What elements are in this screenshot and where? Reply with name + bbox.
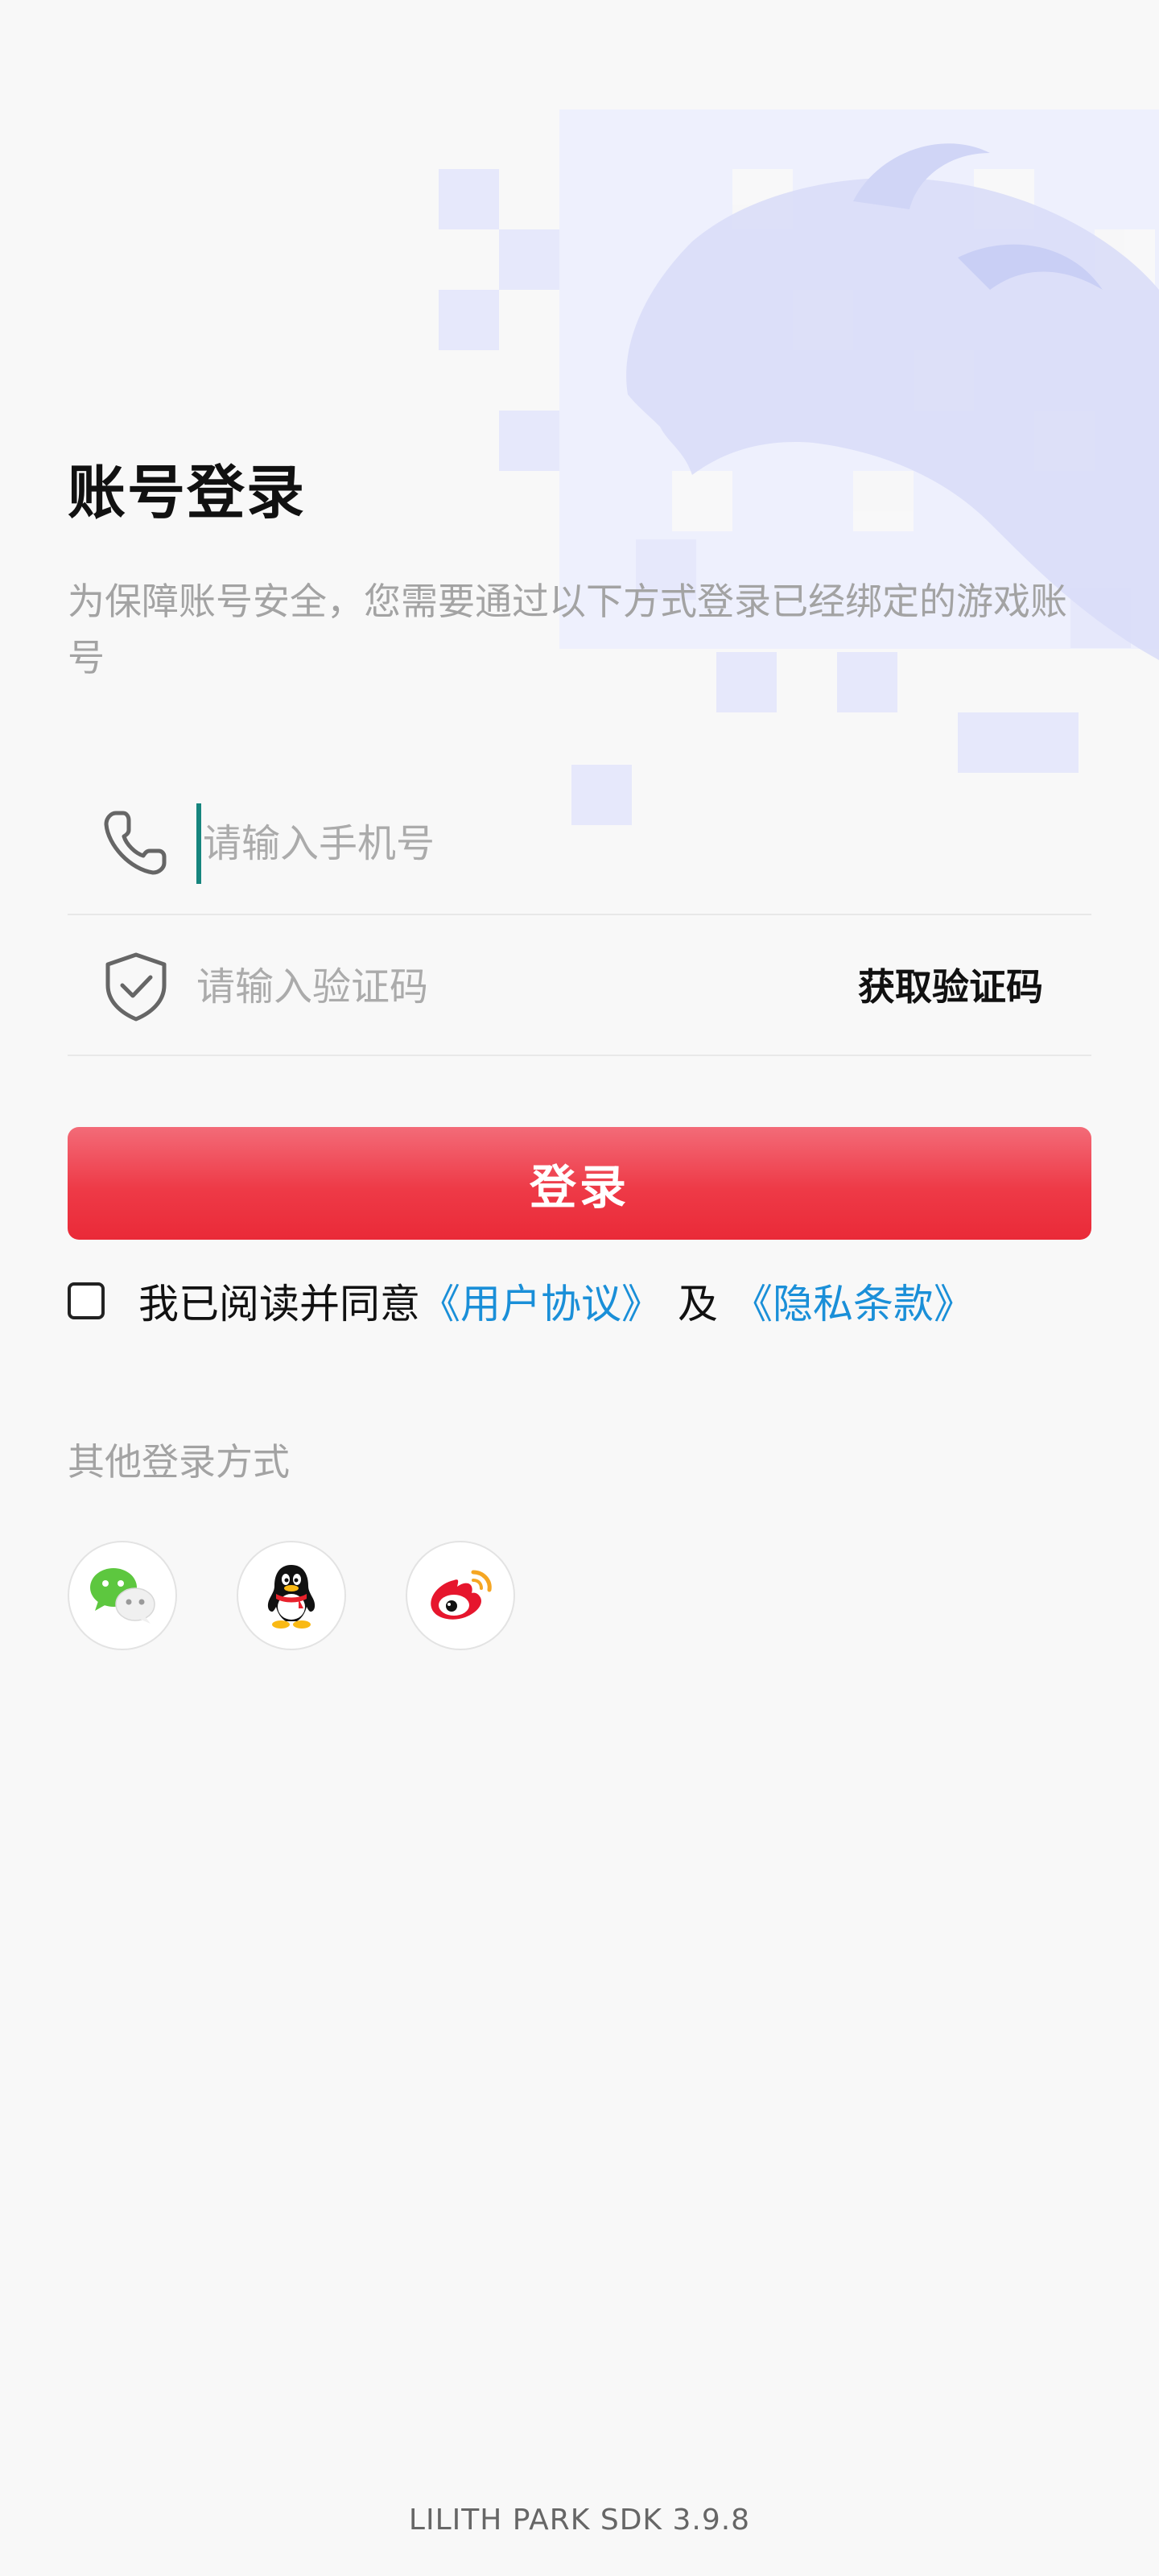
agreement-and: 及 bbox=[678, 1281, 718, 1327]
qq-icon bbox=[267, 1565, 316, 1629]
user-agreement-link[interactable]: 《用户协议》 bbox=[420, 1272, 662, 1330]
background-logo-art bbox=[439, 109, 1159, 825]
social-login-list bbox=[68, 1541, 575, 1650]
wechat-login-button[interactable] bbox=[68, 1541, 177, 1650]
phone-field-row bbox=[68, 773, 1091, 915]
qq-login-button[interactable] bbox=[237, 1541, 346, 1650]
weibo-icon bbox=[431, 1570, 492, 1620]
page-subtitle: 为保障账号安全，您需要通过以下方式登录已经绑定的游戏账号 bbox=[68, 580, 1067, 679]
weibo-login-button[interactable] bbox=[406, 1541, 515, 1650]
phone-input[interactable] bbox=[196, 803, 815, 884]
verification-code-input[interactable] bbox=[196, 947, 808, 1027]
code-field-row: 获取验证码 bbox=[68, 916, 1091, 1056]
privacy-policy-link[interactable]: 《隐私条款》 bbox=[732, 1272, 974, 1330]
phone-icon bbox=[104, 811, 167, 875]
other-login-title: 其他登录方式 bbox=[68, 1440, 290, 1484]
agreement-prefix: 我已阅读并同意 bbox=[138, 1281, 420, 1327]
login-button[interactable]: 登录 bbox=[68, 1127, 1091, 1240]
sdk-version: LILITH PARK SDK 3.9.8 bbox=[408, 2504, 751, 2537]
get-code-button[interactable]: 获取验证码 bbox=[858, 958, 1043, 1011]
agreement-row: 我已阅读并同意 《用户协议》 及 《隐私条款》 bbox=[68, 1277, 974, 1327]
shield-check-icon bbox=[105, 952, 167, 1022]
wechat-icon bbox=[90, 1568, 155, 1624]
page-title: 账号登录 bbox=[68, 459, 307, 526]
agreement-checkbox[interactable] bbox=[68, 1282, 105, 1319]
